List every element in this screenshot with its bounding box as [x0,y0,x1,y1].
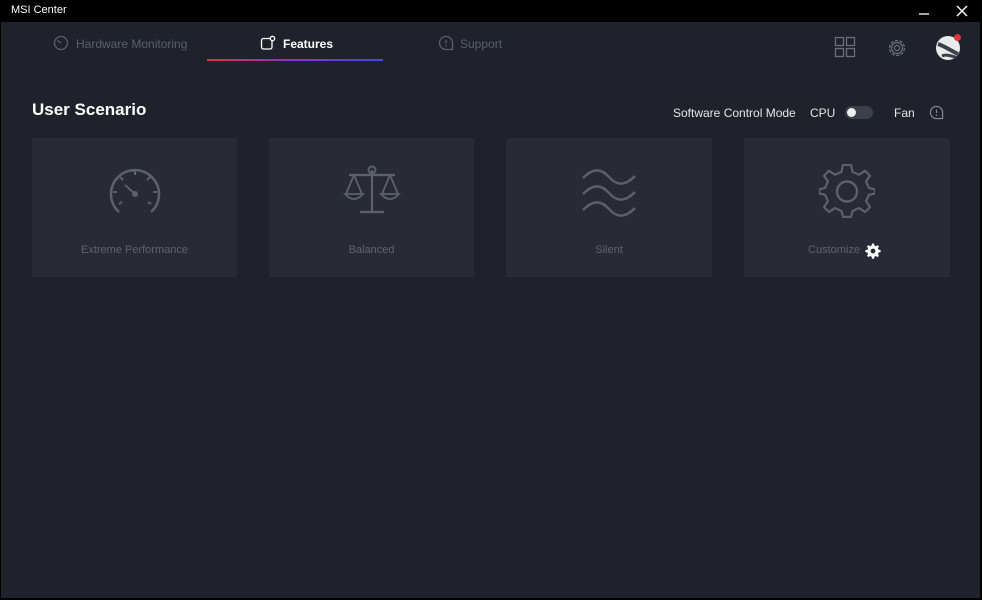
scenario-balanced[interactable]: Balanced [269,138,474,277]
cpu-fan-toggle[interactable] [845,106,873,119]
speedometer-icon [109,168,160,213]
active-tab-indicator [207,59,383,61]
tab-features[interactable]: Features [207,22,383,62]
features-icon [260,35,276,50]
notification-dot [954,34,961,41]
tab-label: Hardware Monitoring [76,37,188,51]
waves-icon [582,169,636,217]
gear-icon [819,164,875,218]
scenario-label: Silent [595,244,623,256]
software-control-mode-label: Software Control Mode [673,106,796,120]
cpu-label: CPU [810,106,836,120]
tab-support[interactable]: Support [438,22,528,62]
app-title: MSI Center [11,4,67,16]
chat-icon [438,35,454,51]
fan-label: Fan [894,106,915,120]
title-bar: MSI Center [0,0,982,22]
scenario-customize[interactable]: Customize [744,138,950,277]
settings-gear-icon[interactable] [885,36,909,60]
close-icon [956,5,968,17]
customize-settings-icon[interactable] [865,243,881,259]
scenario-label: Customize [808,244,860,256]
apps-grid-icon[interactable] [834,36,856,58]
scenario-silent[interactable]: Silent [506,138,712,277]
minimize-icon [919,13,929,15]
toggle-knob [847,108,856,117]
tab-label: Features [283,37,334,51]
tab-hardware-monitoring[interactable]: Hardware Monitoring [53,22,203,62]
info-icon[interactable] [929,105,944,120]
close-button[interactable] [944,0,980,22]
main-panel: Hardware Monitoring Features Support Use… [1,22,980,598]
tab-label: Support [460,37,503,51]
scenario-extreme-performance[interactable]: Extreme Performance [32,138,237,277]
minimize-button[interactable] [906,0,942,22]
gauge-icon [53,35,69,51]
scenario-label: Extreme Performance [81,244,188,256]
section-title: User Scenario [32,100,147,119]
scenario-label: Balanced [348,244,395,256]
scale-icon [342,165,401,214]
